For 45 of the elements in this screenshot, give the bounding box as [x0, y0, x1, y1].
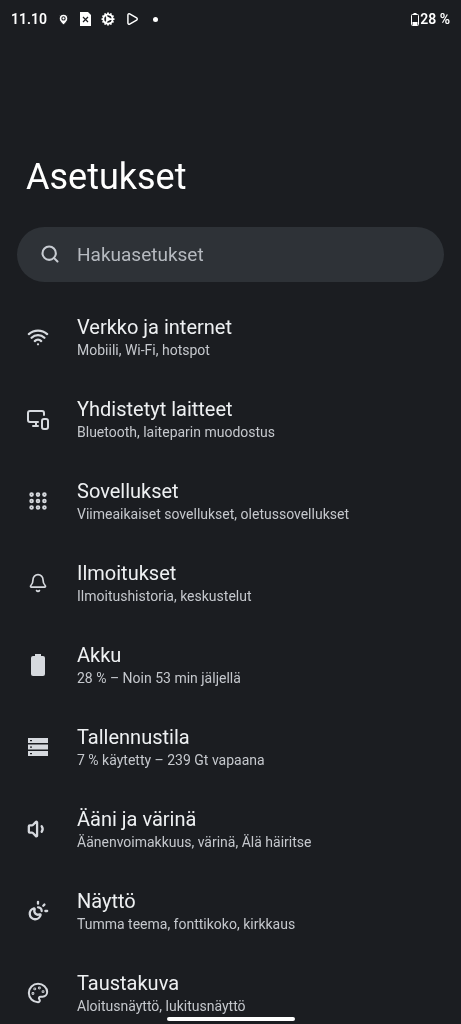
settings-item[interactable]: Yhdistetyt laitteet Bluetooth, laiteparin muodostus	[0, 378, 461, 460]
item-title: Tallennustila	[77, 724, 190, 750]
settings-item[interactable]: Sovellukset Viimeaikaiset sovellukset, oletussovellukset	[0, 460, 461, 542]
location-icon	[57, 12, 70, 26]
storage-icon	[27, 738, 48, 756]
item-title: Näyttö	[77, 888, 136, 914]
item-subtitle: Viimeaikaiset sovellukset, oletussovellukset	[77, 505, 349, 524]
settings-item[interactable]: Ilmoitukset Ilmoitushistoria, keskustelut	[0, 542, 461, 624]
settings-item[interactable]: Verkko ja internet Mobiili, Wi-Fi, hotspot	[0, 296, 461, 378]
item-subtitle: Mobiili, Wi-Fi, hotspot	[77, 341, 210, 360]
settings-item[interactable]: Tallennustila 7 % käytetty – 239 Gt vapaana	[0, 706, 461, 788]
clock: 11.10	[11, 9, 47, 29]
item-title: Yhdistetyt laitteet	[77, 396, 233, 422]
settings-item[interactable]: Taustakuva Aloitusnäyttö, lukitusnäyttö	[0, 952, 461, 1024]
search-field[interactable]: Hakuasetukset	[17, 227, 444, 282]
item-subtitle: Bluetooth, laiteparin muodostus	[77, 423, 276, 442]
item-title: Ilmoitukset	[77, 560, 177, 586]
battery-percent: 28 %	[420, 9, 450, 29]
battery-status-icon	[411, 12, 420, 26]
brightness-icon	[26, 900, 49, 922]
item-subtitle: Ilmoitushistoria, keskustelut	[77, 587, 252, 606]
settings-item[interactable]: Akku 28 % – Noin 53 min jäljellä	[0, 624, 461, 706]
search-icon	[40, 244, 60, 264]
item-title: Verkko ja internet	[77, 314, 232, 340]
item-title: Sovellukset	[77, 478, 179, 504]
devices-icon	[25, 407, 50, 431]
palette-icon	[26, 982, 49, 1004]
item-subtitle: Tumma teema, fonttikoko, kirkkaus	[77, 915, 296, 934]
settings-item[interactable]: Näyttö Tumma teema, fonttikoko, kirkkaus	[0, 870, 461, 952]
sim-card-icon	[80, 12, 91, 26]
play-icon	[125, 12, 139, 26]
battery-icon	[30, 654, 45, 676]
settings-item[interactable]: Ääni ja värinä Äänenvoimakkuus, värinä, Älä häiritse	[0, 788, 461, 870]
bell-icon	[27, 573, 48, 593]
apps-grid-icon	[26, 490, 49, 512]
item-title: Taustakuva	[77, 970, 180, 996]
item-title: Ääni ja värinä	[77, 806, 197, 832]
item-subtitle: 28 % – Noin 53 min jäljellä	[77, 669, 241, 688]
wifi-icon	[26, 326, 49, 348]
page-title: Asetukset	[26, 159, 188, 195]
item-title: Akku	[77, 642, 122, 668]
gesture-bar[interactable]	[167, 1017, 295, 1021]
item-subtitle: Aloitusnäyttö, lukitusnäyttö	[77, 997, 246, 1016]
item-subtitle: Äänenvoimakkuus, värinä, Älä häiritse	[77, 833, 312, 852]
item-subtitle: 7 % käytetty – 239 Gt vapaana	[77, 751, 265, 770]
